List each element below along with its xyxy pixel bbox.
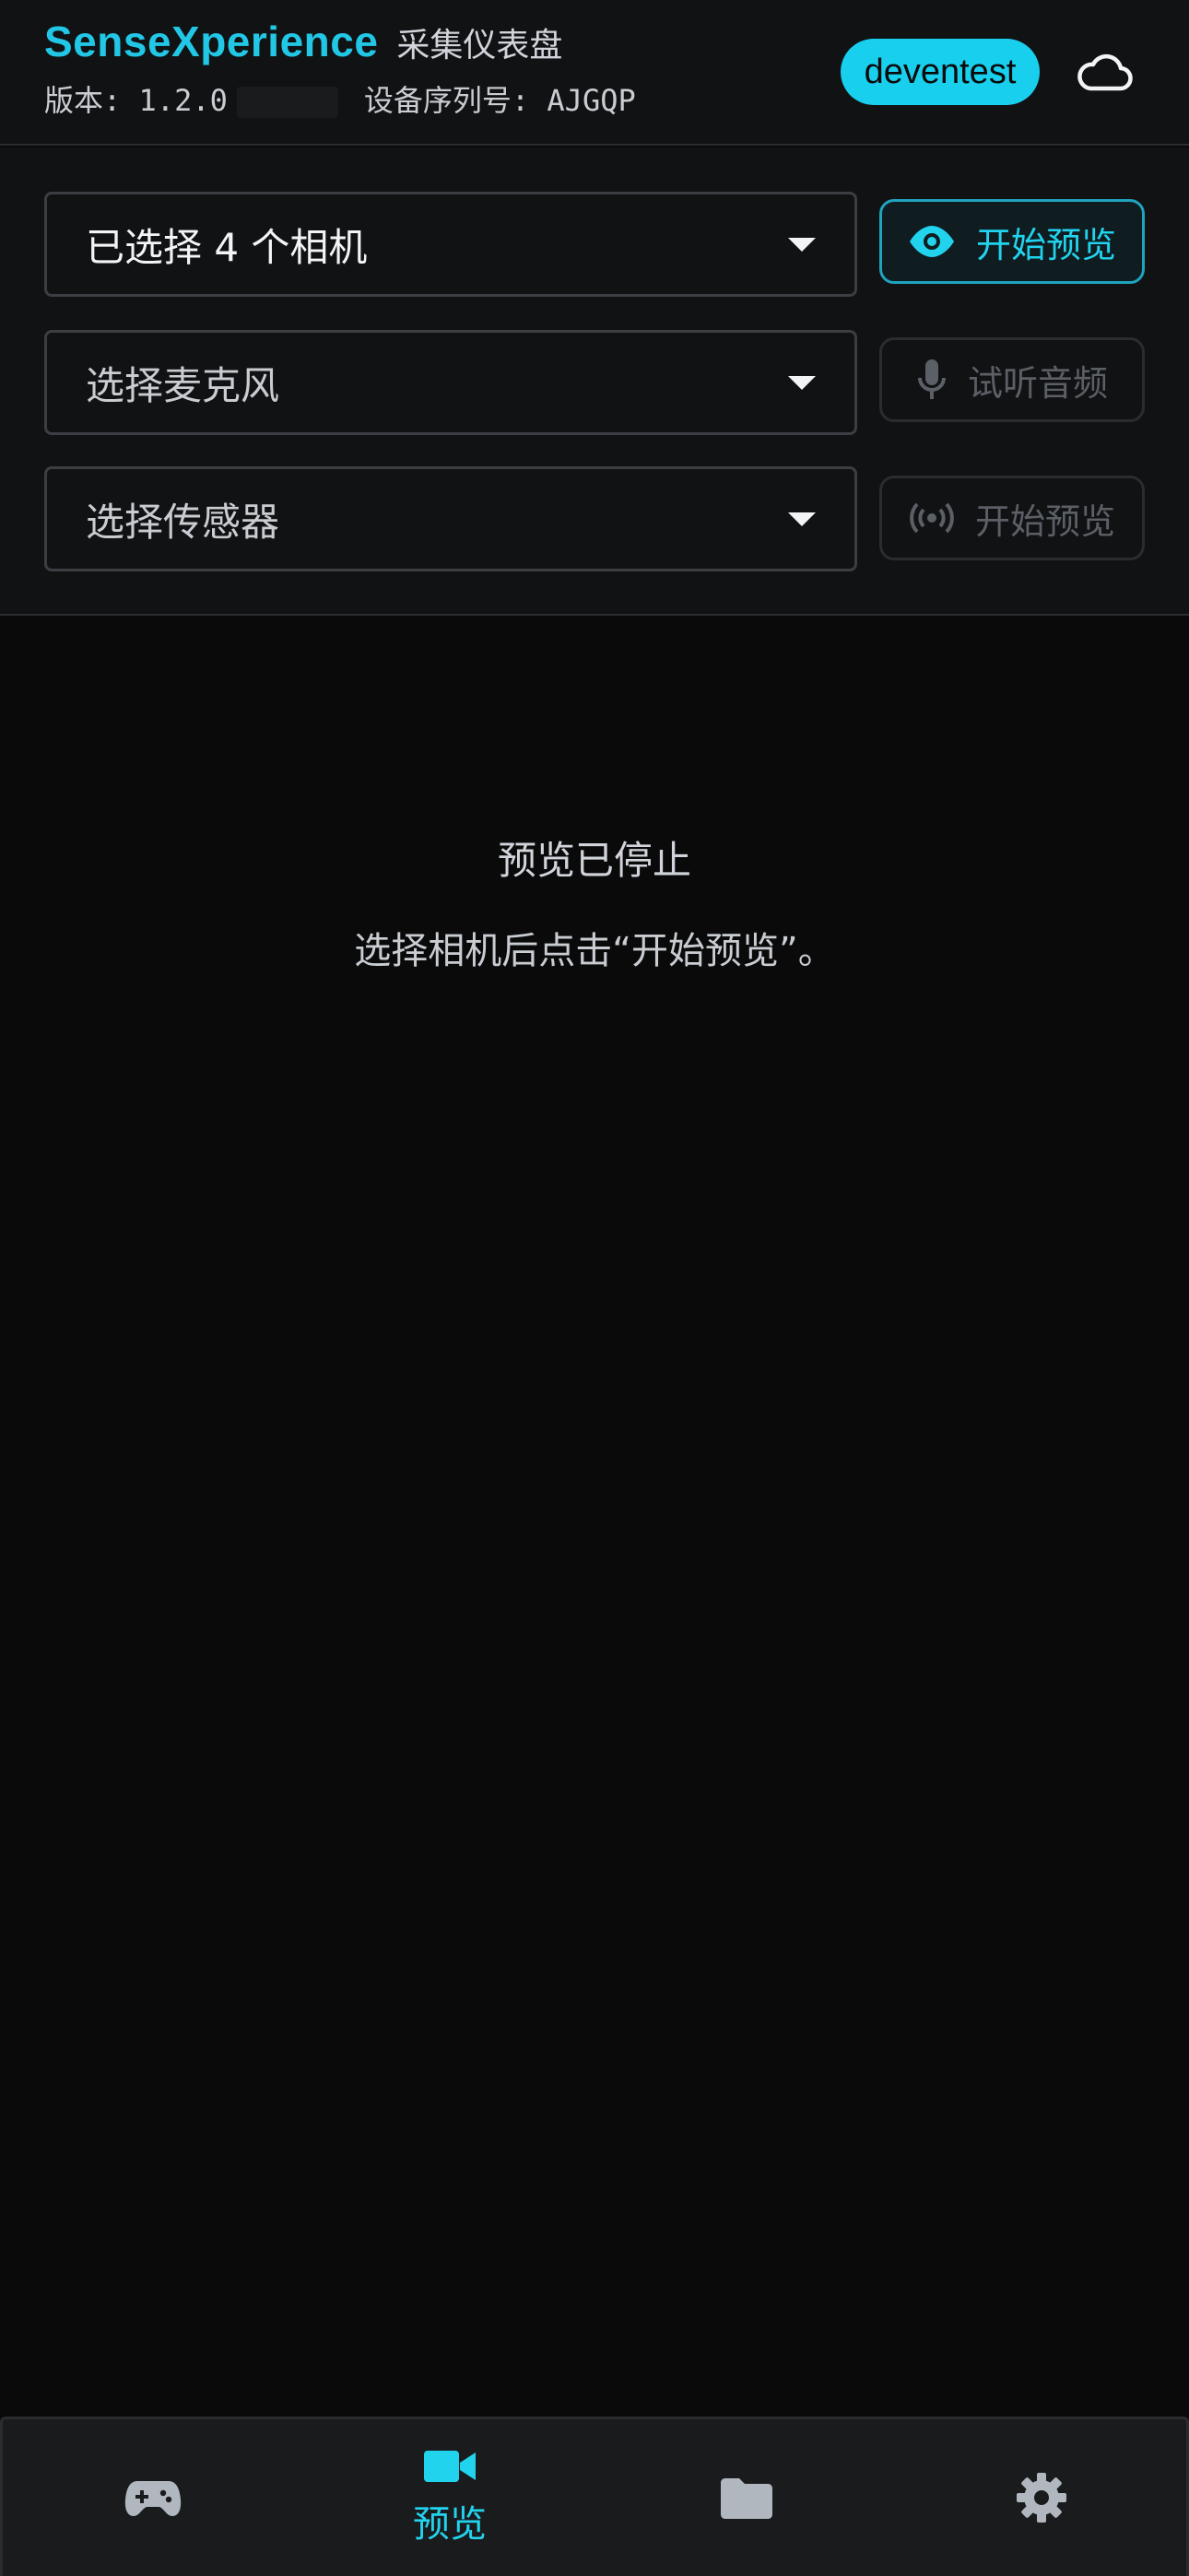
redacted-block bbox=[236, 87, 338, 118]
eye-icon bbox=[909, 226, 954, 257]
nav-item-controller[interactable] bbox=[5, 2419, 301, 2576]
caret-down-icon bbox=[788, 376, 816, 390]
camera-start-preview-button[interactable]: 开始预览 bbox=[879, 199, 1145, 284]
cloud-icon bbox=[1077, 53, 1133, 91]
gamepad-icon bbox=[124, 2481, 182, 2516]
camera-start-preview-label: 开始预览 bbox=[975, 224, 1116, 265]
cloud-sync-button[interactable] bbox=[1071, 44, 1137, 100]
app-root: SenseXperience 采集仪表盘 版本: 1.2.0 设备序列号: AJ… bbox=[0, 0, 1189, 2576]
camera-select[interactable]: 已选择 4 个相机 bbox=[44, 192, 857, 297]
bottom-navigation: 预览 bbox=[0, 2417, 1189, 2576]
device-meta: 版本: 1.2.0 设备序列号: AJGQP bbox=[44, 77, 636, 120]
microphone-icon bbox=[917, 359, 946, 399]
nav-item-files[interactable] bbox=[598, 2419, 895, 2576]
preview-hint: 选择相机后点击“开始预览”。 bbox=[354, 930, 835, 972]
version-info: 版本: 1.2.0 bbox=[44, 77, 338, 120]
caret-down-icon bbox=[788, 238, 816, 252]
video-camera-icon bbox=[424, 2451, 476, 2482]
nav-item-settings[interactable] bbox=[893, 2419, 1189, 2576]
user-badge[interactable]: deventest bbox=[841, 39, 1040, 105]
sensor-start-preview-label: 开始预览 bbox=[974, 500, 1115, 542]
preview-stopped-title: 预览已停止 bbox=[497, 838, 691, 883]
folder-icon bbox=[721, 2478, 772, 2519]
nav-item-preview[interactable]: 预览 bbox=[301, 2419, 598, 2576]
serial-label: 设备序列号: AJGQP bbox=[363, 83, 636, 118]
brand: SenseXperience 采集仪表盘 bbox=[44, 17, 562, 66]
brand-subtitle: 采集仪表盘 bbox=[396, 27, 563, 65]
sensor-start-preview-button[interactable]: 开始预览 bbox=[879, 476, 1145, 560]
camera-select-value: 已选择 4 个相机 bbox=[86, 224, 368, 270]
microphone-select-placeholder: 选择麦克风 bbox=[86, 362, 280, 408]
gear-icon bbox=[1017, 2473, 1066, 2523]
sensor-select-placeholder: 选择传感器 bbox=[86, 499, 280, 545]
device-controls: 已选择 4 个相机 开始预览 选择麦克风 试听音频 选择传感器 开始预览 bbox=[0, 147, 1189, 616]
brand-name: SenseXperience bbox=[44, 18, 379, 65]
caret-down-icon bbox=[788, 512, 816, 526]
sensor-select[interactable]: 选择传感器 bbox=[44, 466, 857, 571]
nav-label-preview: 预览 bbox=[413, 2503, 487, 2546]
listen-audio-button[interactable]: 试听音频 bbox=[879, 337, 1145, 422]
broadcast-icon bbox=[910, 502, 954, 534]
listen-audio-label: 试听音频 bbox=[967, 362, 1108, 404]
version-label: 版本: 1.2.0 bbox=[44, 83, 228, 118]
preview-status: 预览已停止 选择相机后点击“开始预览”。 bbox=[0, 829, 1189, 974]
microphone-select[interactable]: 选择麦克风 bbox=[44, 330, 857, 435]
app-header: SenseXperience 采集仪表盘 版本: 1.2.0 设备序列号: AJ… bbox=[0, 0, 1189, 146]
